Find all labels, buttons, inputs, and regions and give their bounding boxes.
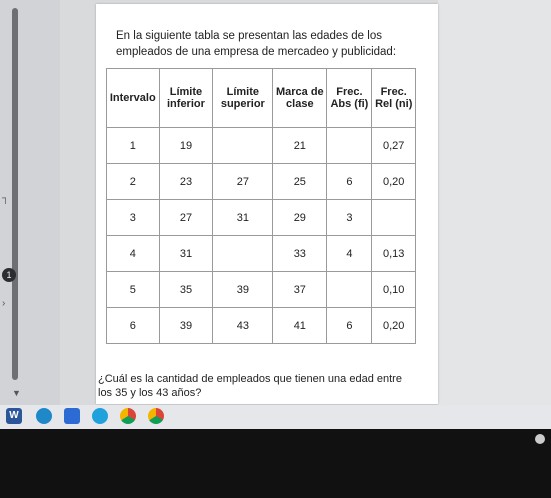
- table-cell: 0,20: [371, 163, 416, 200]
- edge-icon[interactable]: [36, 408, 52, 424]
- table-cell: 4: [326, 235, 373, 272]
- taskbar: [0, 405, 551, 429]
- arrow-icon: ›: [2, 298, 6, 309]
- table-cell: 4: [106, 235, 160, 272]
- table-cell: 31: [212, 199, 274, 236]
- frequency-table: Intervalo Límite inferior Límite superio…: [106, 68, 416, 344]
- table-row: 2 23 27 25 6 0,20: [106, 163, 416, 200]
- table-row: 5 35 39 37 0,10: [106, 271, 416, 308]
- header-limite-superior: Límite superior: [212, 68, 274, 128]
- word-icon[interactable]: W: [6, 408, 22, 424]
- header-frec-rel: Frec. Rel (ni): [371, 68, 416, 128]
- skype-icon[interactable]: [92, 408, 108, 424]
- table-cell: 0,20: [371, 307, 416, 344]
- header-frec-abs: Frec. Abs (fi): [326, 68, 373, 128]
- table-cell: 25: [272, 163, 328, 200]
- table-header-row: Intervalo Límite inferior Límite superio…: [106, 68, 416, 128]
- header-marca-clase: Marca de clase: [272, 68, 328, 128]
- table-row: 6 39 43 41 6 0,20: [106, 307, 416, 344]
- table-cell: 6: [326, 163, 373, 200]
- table-cell: 21: [272, 127, 328, 164]
- table-cell: [326, 271, 373, 308]
- scrollbar[interactable]: [12, 8, 18, 380]
- question-number-badge[interactable]: 1: [2, 268, 16, 282]
- table-cell: [212, 235, 274, 272]
- table-cell: 23: [158, 163, 214, 200]
- chrome-icon[interactable]: [148, 408, 164, 424]
- table-cell: 3: [106, 199, 160, 236]
- table-cell: 0,27: [371, 127, 416, 164]
- table-cell: 37: [272, 271, 328, 308]
- table-cell: 35: [158, 271, 214, 308]
- table-cell: 27: [212, 163, 274, 200]
- table-cell: [212, 127, 274, 164]
- table-cell: 31: [158, 235, 214, 272]
- table-cell: 27: [158, 199, 214, 236]
- table-cell: 39: [212, 271, 274, 308]
- header-intervalo: Intervalo: [106, 68, 160, 128]
- intro-text: En la siguiente tabla se presentan las e…: [116, 30, 397, 58]
- chevron-down-icon[interactable]: ▼: [12, 388, 21, 398]
- question-text: ¿Cuál es la cantidad de empleados que ti…: [98, 373, 402, 399]
- table-row: 3 27 31 29 3: [106, 199, 416, 236]
- left-rail: ┐ 1 › ▼: [0, 0, 60, 405]
- table-cell: 41: [272, 307, 328, 344]
- screen-bezel: [0, 429, 551, 498]
- table-cell: 29: [272, 199, 328, 236]
- folder-icon[interactable]: [64, 408, 80, 424]
- table-cell: 0,10: [371, 271, 416, 308]
- table-cell: 43: [212, 307, 274, 344]
- table-cell: 3: [326, 199, 373, 236]
- table-cell: 2: [106, 163, 160, 200]
- chrome-icon[interactable]: [120, 408, 136, 424]
- table-cell: 1: [106, 127, 160, 164]
- question-sheet: En la siguiente tabla se presentan las e…: [96, 4, 438, 404]
- table-cell: 0,13: [371, 235, 416, 272]
- right-panel: [438, 0, 551, 420]
- table-cell: 33: [272, 235, 328, 272]
- header-limite-inferior: Límite inferior: [158, 68, 214, 128]
- tray-icon[interactable]: [535, 434, 545, 444]
- table-cell: [371, 199, 416, 236]
- table-row: 1 19 21 0,27: [106, 127, 416, 164]
- table-cell: [326, 127, 373, 164]
- table-cell: 19: [158, 127, 214, 164]
- table-row: 4 31 33 4 0,13: [106, 235, 416, 272]
- table-cell: 6: [326, 307, 373, 344]
- table-cell: 39: [158, 307, 214, 344]
- bracket-icon: ┐: [2, 193, 10, 204]
- table-cell: 6: [106, 307, 160, 344]
- table-cell: 5: [106, 271, 160, 308]
